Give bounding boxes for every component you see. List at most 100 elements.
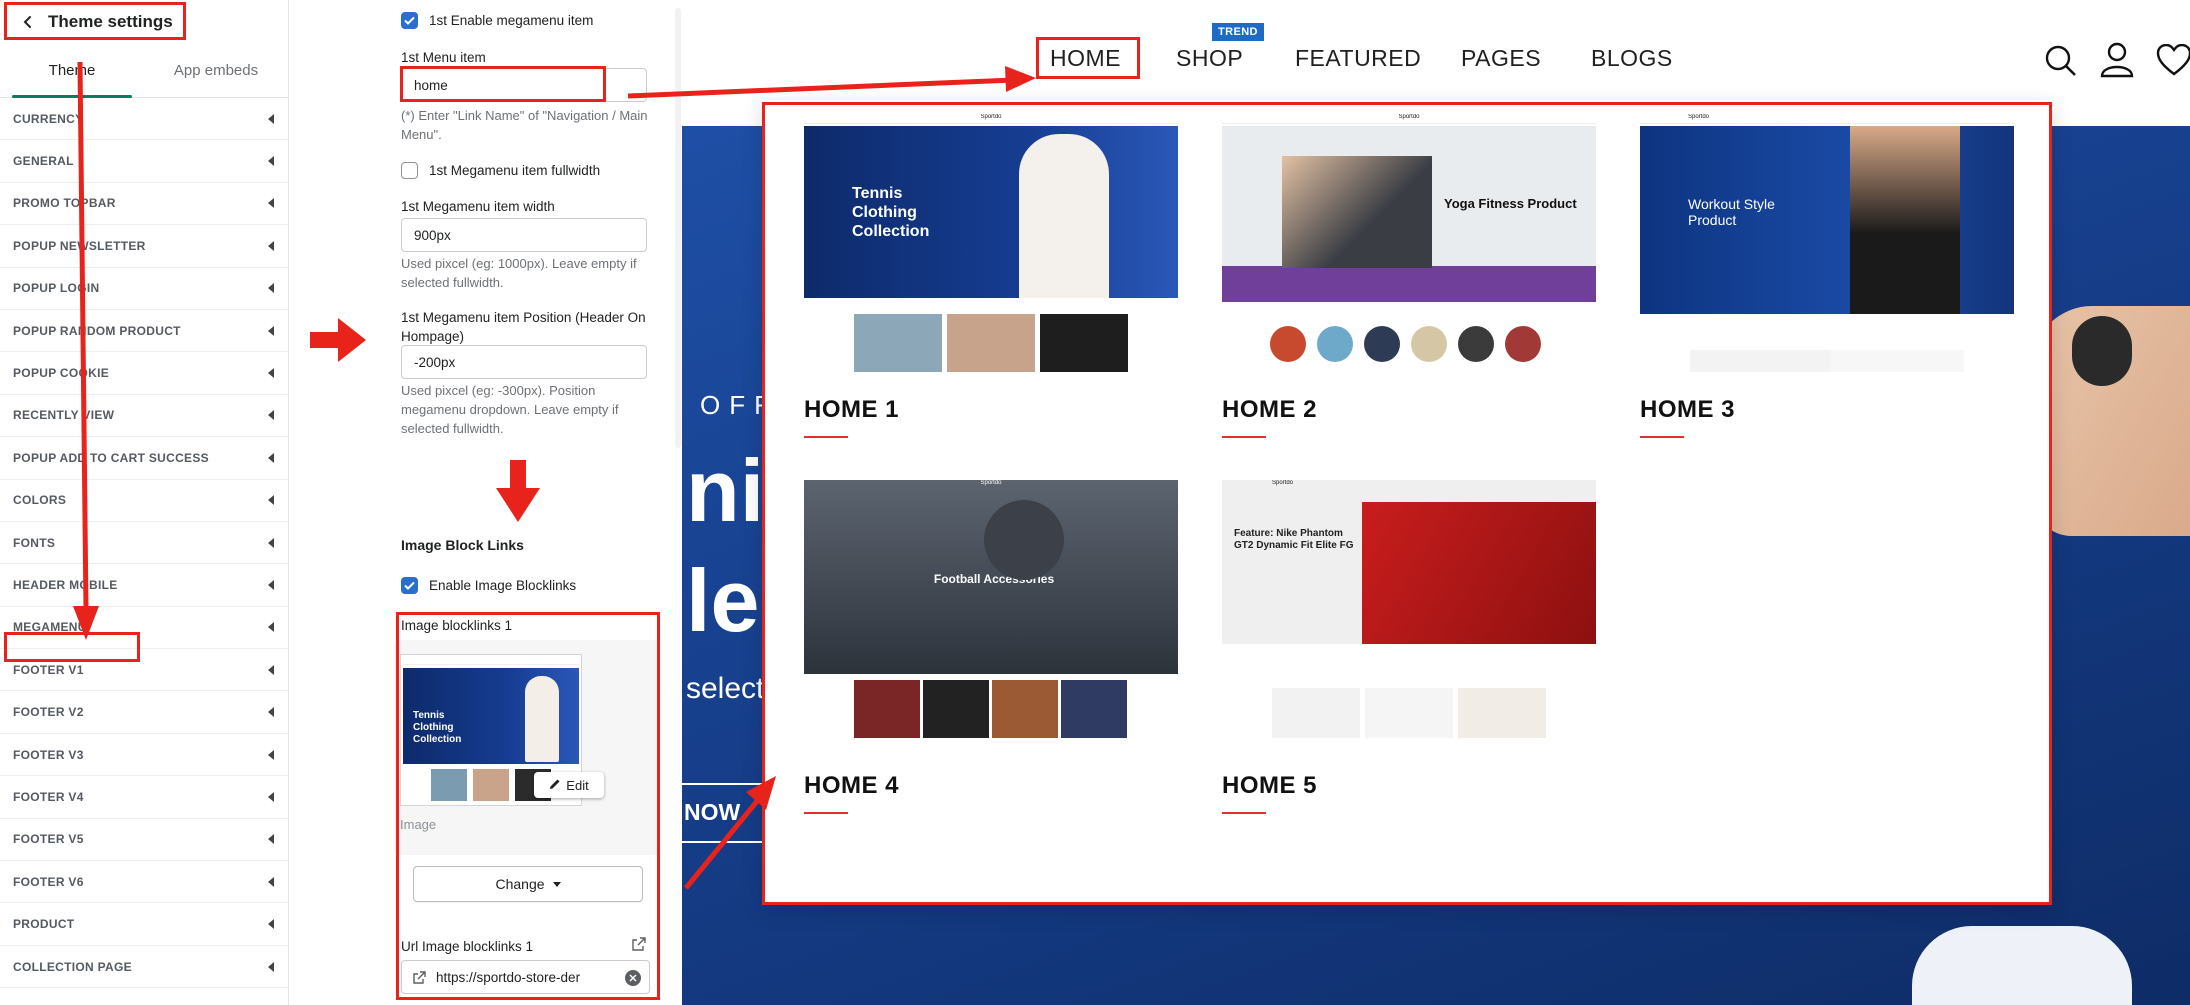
caret-left-icon [268, 834, 274, 845]
caret-down-icon [552, 881, 561, 887]
sidebar-item-footer-v3[interactable]: FOOTER V3 [0, 734, 288, 777]
back-chevron-icon[interactable] [16, 10, 40, 34]
sidebar-item-label: PROMO TOPBAR [13, 196, 116, 211]
sidebar-item-megamenu[interactable]: MEGAMENU [0, 607, 288, 650]
sidebar-item-fonts[interactable]: FONTS [0, 522, 288, 565]
sidebar-title: Theme settings [48, 12, 173, 31]
menu-item-input[interactable]: home [401, 68, 647, 102]
fullwidth-checkbox[interactable] [401, 162, 418, 179]
width-input[interactable]: 900px [401, 218, 647, 252]
sidebar-item-footer-v4[interactable]: FOOTER V4 [0, 776, 288, 819]
hero-heading-line1: ni [686, 441, 765, 540]
sidebar-item-recently-view[interactable]: RECENTLY VIEW [0, 395, 288, 438]
demo-home-5-mini-3 [1458, 688, 1546, 738]
demo-home-1-thumb: Sportdo Tennis Clothing Collection [804, 114, 1178, 298]
demo-home-4-underline [804, 812, 848, 814]
nav-featured[interactable]: FEATURED [1295, 45, 1421, 72]
enable-megamenu-checkbox[interactable] [401, 12, 418, 29]
sidebar-item-label: POPUP LOGIN [13, 281, 100, 296]
sidebar-item-label: FOOTER V1 [13, 662, 84, 677]
sidebar-item-label: FOOTER V5 [13, 832, 84, 847]
storefront-preview: HOME SHOP TREND FEATURED PAGES BLOGS OFF… [682, 0, 2190, 1005]
trend-badge: TREND [1212, 23, 1264, 41]
sidebar-item-label: HEADER MOBILE [13, 577, 118, 592]
demo-home-3-title[interactable]: HOME 3 [1640, 396, 1735, 424]
demo-home-5-mini-1 [1272, 688, 1360, 738]
fullwidth-row[interactable]: 1st Megamenu item fullwidth [401, 162, 600, 179]
sidebar-item-label: GENERAL [13, 154, 74, 169]
caret-left-icon [268, 919, 274, 930]
sidebar-item-popup-login[interactable]: POPUP LOGIN [0, 268, 288, 310]
enable-megamenu-item-row[interactable]: 1st Enable megamenu item [401, 12, 593, 29]
demo-home-1-headline: Tennis Clothing Collection [852, 185, 930, 240]
wishlist-heart-icon[interactable] [2156, 43, 2190, 81]
caret-left-icon [268, 622, 274, 633]
theme-settings-sidebar: Theme settings Theme App embeds CURRENCY… [0, 0, 289, 1005]
demo-home-4-title[interactable]: HOME 4 [804, 772, 899, 800]
hero-heading-line2: le [686, 551, 760, 650]
external-link-icon[interactable] [632, 937, 646, 954]
blocklinks-title: Image blocklinks 1 [401, 618, 513, 633]
clear-url-icon[interactable] [625, 970, 641, 986]
demo-home-5-title[interactable]: HOME 5 [1222, 772, 1317, 800]
enable-megamenu-label: 1st Enable megamenu item [429, 13, 594, 28]
search-icon[interactable] [2044, 44, 2078, 83]
sidebar-item-colors[interactable]: COLORS [0, 480, 288, 522]
sidebar-item-label: POPUP RANDOM PRODUCT [13, 323, 181, 338]
sidebar-item-label: COLORS [13, 493, 67, 508]
tab-app-embeds[interactable]: App embeds [144, 44, 288, 97]
caret-left-icon [268, 283, 274, 294]
enable-blocklinks-checkbox[interactable] [401, 577, 418, 594]
sidebar-item-label: COLLECTION PAGE [13, 959, 132, 974]
demo-home-1-title[interactable]: HOME 1 [804, 396, 899, 424]
width-help: Used pixcel (eg: 1000px). Leave empty if… [401, 256, 637, 290]
sidebar-item-currency[interactable]: CURRENCY [0, 98, 288, 141]
url-input[interactable]: https://sportdo-store-der [401, 960, 650, 994]
sidebar-item-header-mobile[interactable]: HEADER MOBILE [0, 564, 288, 607]
demo-home-2-logo: Sportdo [1222, 114, 1596, 124]
sidebar-item-product[interactable]: PRODUCT [0, 903, 288, 946]
demo-home-2-circle-3 [1364, 326, 1400, 362]
panel-scrollbar[interactable] [675, 8, 681, 448]
sidebar-item-general[interactable]: GENERAL [0, 140, 288, 183]
hero-shop-now-button[interactable]: NOW [682, 783, 762, 843]
fullwidth-label: 1st Megamenu item fullwidth [429, 163, 601, 178]
width-label: 1st Megamenu item width [401, 199, 555, 214]
sidebar-item-popup-newsletter[interactable]: POPUP NEWSLETTER [0, 225, 288, 268]
demo-home-2-mat [1222, 266, 1596, 302]
enable-blocklinks-row[interactable]: Enable Image Blocklinks [401, 577, 576, 594]
sidebar-item-popup-add-to-cart-success[interactable]: POPUP ADD TO CART SUCCESS [0, 437, 288, 480]
demo-home-4-logo: Sportdo [980, 480, 1002, 486]
demo-home-1-mini-1 [854, 314, 942, 372]
sidebar-item-label: RECENTLY VIEW [13, 408, 115, 423]
sidebar-item-footer-v1[interactable]: FOOTER V1 [0, 649, 288, 692]
demo-home-5-hero [1362, 502, 1596, 644]
position-input[interactable]: -200px [401, 345, 647, 379]
demo-home-4-mini-4 [1061, 680, 1127, 738]
demo-home-1-logo: Sportdo [804, 114, 1178, 124]
sidebar-item-footer-v6[interactable]: FOOTER V6 [0, 861, 288, 904]
edit-image-button[interactable]: Edit [534, 772, 604, 798]
change-image-button[interactable]: Change [413, 866, 643, 902]
menu-item-label: 1st Menu item [401, 50, 486, 65]
tab-theme[interactable]: Theme [0, 44, 144, 98]
sidebar-item-popup-cookie[interactable]: POPUP COOKIE [0, 352, 288, 395]
demo-home-2-circle-4 [1411, 326, 1447, 362]
demo-home-5-thumb: Sportdo Feature: Nike Phantom GT2 Dynami… [1222, 480, 1596, 644]
caret-left-icon [268, 452, 274, 463]
nav-pages[interactable]: PAGES [1461, 45, 1541, 72]
account-icon[interactable] [2100, 42, 2134, 83]
nav-home[interactable]: HOME [1050, 45, 1121, 72]
demo-home-2-model [1282, 156, 1432, 268]
caret-left-icon [268, 410, 274, 421]
url-label: Url Image blocklinks 1 [401, 939, 534, 954]
nav-shop[interactable]: SHOP [1176, 45, 1243, 72]
sidebar-item-promo-topbar[interactable]: PROMO TOPBAR [0, 183, 288, 226]
sidebar-item-collection-page[interactable]: COLLECTION PAGE [0, 946, 288, 989]
demo-home-3-underline [1640, 436, 1684, 438]
demo-home-2-title[interactable]: HOME 2 [1222, 396, 1317, 424]
nav-blogs[interactable]: BLOGS [1591, 45, 1673, 72]
sidebar-item-popup-random-product[interactable]: POPUP RANDOM PRODUCT [0, 310, 288, 353]
sidebar-item-footer-v2[interactable]: FOOTER V2 [0, 691, 288, 734]
sidebar-item-footer-v5[interactable]: FOOTER V5 [0, 819, 288, 862]
